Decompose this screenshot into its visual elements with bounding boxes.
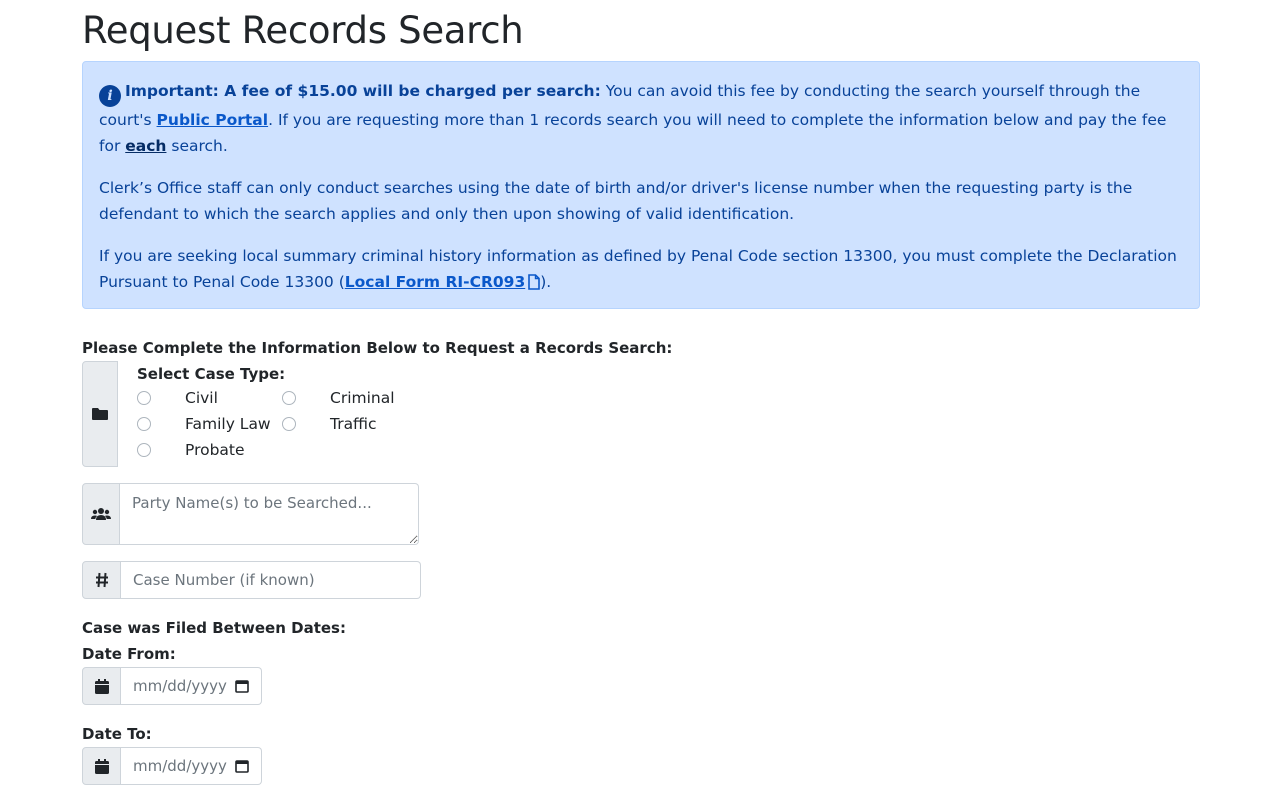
alert-penal-text: If you are seeking local summary crimina…: [99, 247, 1177, 291]
alert-paragraph-1: i Important: A fee of $15.00 will be char…: [99, 78, 1183, 159]
calendar-icon: [94, 678, 109, 694]
radio-label-family-law: Family Law: [185, 415, 271, 433]
alert-lead-bold: Important: A fee of $15.00 will be charg…: [125, 82, 601, 100]
alert-paragraph-2: Clerk’s Office staff can only conduct se…: [99, 179, 1133, 223]
folder-icon: [92, 408, 108, 420]
radio-label-probate: Probate: [185, 441, 245, 459]
each-link[interactable]: each: [125, 137, 166, 155]
local-form-link[interactable]: Local Form RI-CR093: [344, 273, 541, 291]
calendar-picker-icon[interactable]: [235, 679, 249, 693]
date-from-addon: [82, 667, 121, 705]
date-from-label: Date From:: [82, 645, 176, 663]
calendar-icon: [94, 758, 109, 774]
case-type-group: Select Case Type: Civil Criminal Family …: [82, 361, 462, 467]
info-circle-icon: i: [99, 85, 121, 107]
page-title: Request Records Search: [82, 9, 524, 52]
radio-circle[interactable]: [137, 391, 151, 405]
date-to-addon: [82, 747, 121, 785]
users-icon: [91, 508, 111, 520]
case-type-label: Select Case Type:: [137, 365, 286, 383]
party-names-input[interactable]: [120, 483, 419, 545]
radio-criminal[interactable]: Criminal: [282, 389, 395, 407]
date-to-placeholder: mm/dd/yyyy: [133, 757, 227, 775]
form-heading: Please Complete the Information Below to…: [82, 339, 673, 357]
calendar-picker-icon[interactable]: [235, 759, 249, 773]
radio-label-traffic: Traffic: [330, 415, 377, 433]
case-number-group: [82, 561, 421, 599]
radio-circle[interactable]: [282, 417, 296, 431]
case-number-addon: [82, 561, 121, 599]
radio-label-criminal: Criminal: [330, 389, 395, 407]
radio-circle[interactable]: [137, 417, 151, 431]
radio-family-law[interactable]: Family Law: [137, 415, 271, 433]
radio-circle[interactable]: [282, 391, 296, 405]
party-names-group: [82, 483, 419, 545]
date-to-input[interactable]: mm/dd/yyyy: [121, 747, 262, 785]
public-portal-link[interactable]: Public Portal: [157, 111, 269, 129]
alert-search-text: search.: [166, 137, 228, 155]
date-range-label: Case was Filed Between Dates:: [82, 619, 346, 637]
alert-paragraph-3: If you are seeking local summary crimina…: [99, 243, 1183, 295]
radio-civil[interactable]: Civil: [137, 389, 218, 407]
date-from-group: mm/dd/yyyy: [82, 667, 262, 705]
date-to-group: mm/dd/yyyy: [82, 747, 262, 785]
local-form-link-label: Local Form RI-CR093: [344, 273, 526, 291]
fee-info-alert: i Important: A fee of $15.00 will be char…: [82, 61, 1200, 309]
document-icon: [528, 274, 541, 290]
hash-icon: [95, 572, 108, 588]
date-from-placeholder: mm/dd/yyyy: [133, 677, 227, 695]
party-names-addon: [82, 483, 120, 545]
case-number-input[interactable]: [121, 561, 421, 599]
case-type-addon: [82, 361, 118, 467]
date-to-label: Date To:: [82, 725, 152, 743]
radio-probate[interactable]: Probate: [137, 441, 245, 459]
radio-circle[interactable]: [137, 443, 151, 457]
alert-close-paren: ).: [540, 273, 552, 291]
date-from-input[interactable]: mm/dd/yyyy: [121, 667, 262, 705]
radio-traffic[interactable]: Traffic: [282, 415, 377, 433]
radio-label-civil: Civil: [185, 389, 218, 407]
